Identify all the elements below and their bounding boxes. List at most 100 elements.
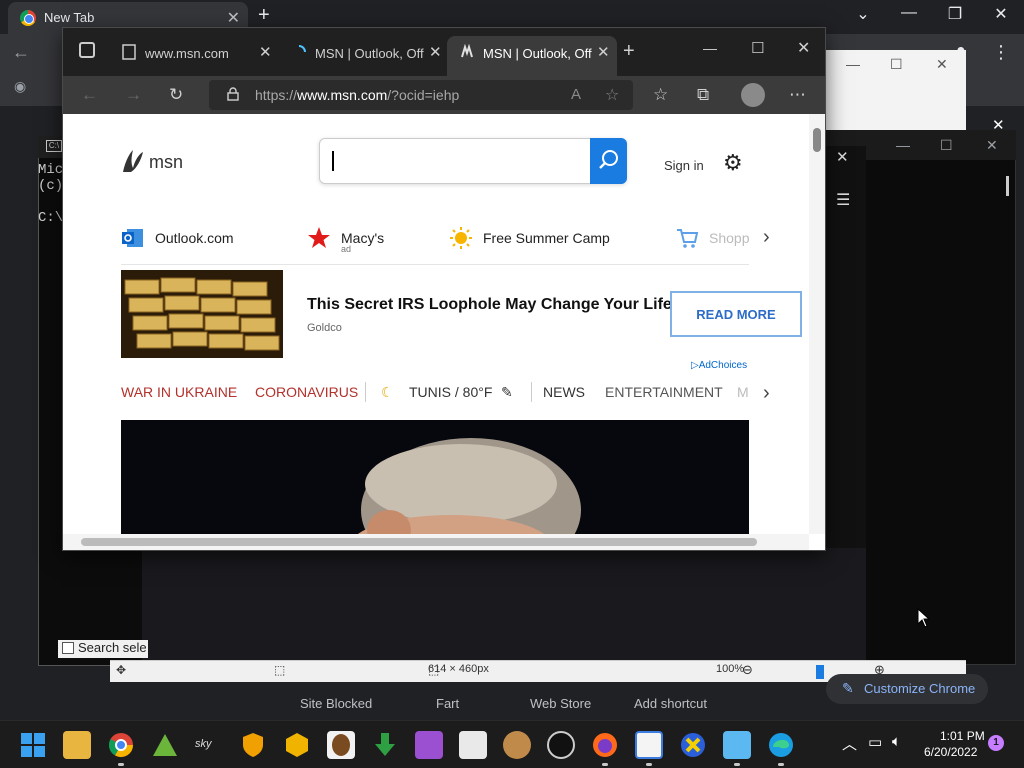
back-icon[interactable]: ← [81, 85, 98, 105]
sign-in-link[interactable]: Sign in [664, 158, 704, 173]
file-explorer-icon[interactable] [63, 731, 91, 759]
checkbox[interactable] [62, 642, 74, 654]
minimize-button[interactable]: — [896, 137, 910, 153]
shortcut-web-store[interactable]: Web Store [530, 696, 591, 711]
search-button[interactable] [590, 138, 627, 184]
notification-badge[interactable]: 1 [988, 735, 1004, 751]
ad-source: Goldco [307, 322, 342, 334]
tab-actions-icon[interactable] [79, 42, 95, 58]
forward-icon[interactable]: → [125, 85, 142, 105]
window-app-icon[interactable] [635, 731, 663, 759]
shortcut-site-blocked[interactable]: Site Blocked [300, 696, 372, 711]
volume-icon[interactable]: 🔈︎ [892, 733, 901, 750]
close-icon[interactable]: ✕ [597, 43, 610, 61]
monkey-app-icon[interactable] [503, 731, 531, 759]
move-icon[interactable]: ✥ [116, 663, 126, 677]
document-app-icon[interactable] [459, 731, 487, 759]
chevron-right-icon[interactable]: › [763, 226, 770, 249]
address-bar[interactable]: https://www.msn.com/?ocid=iehp A ☆ [209, 80, 633, 110]
edge-tab-bar: www.msn.com ✕ MSN | Outlook, Off ✕ MSN |… [63, 28, 825, 76]
firefox-icon[interactable] [591, 731, 619, 759]
collections-icon[interactable]: ⧉ [697, 85, 709, 105]
new-tab-button[interactable]: + [258, 4, 270, 27]
start-button-windows-icon[interactable] [19, 731, 47, 759]
clock-date[interactable]: 6/20/2022 [924, 745, 977, 759]
ad-headline[interactable]: This Secret IRS Loophole May Change Your… [307, 296, 672, 314]
msn-logo[interactable]: msn [121, 148, 183, 179]
download-icon[interactable] [371, 731, 399, 759]
weather-location[interactable]: TUNIS / 80°F [409, 384, 492, 400]
chrome-icon[interactable]: ◉ [14, 78, 26, 95]
kingo-app-icon[interactable] [547, 731, 575, 759]
customize-chrome-button[interactable]: ✎ Customize Chrome [826, 674, 988, 704]
search-selection-checkbox[interactable]: Search sele [58, 640, 148, 658]
sky-app-icon[interactable]: sky [195, 731, 223, 759]
maximize-button[interactable]: ☐ [751, 39, 764, 57]
shortcut-add[interactable]: Add shortcut [634, 696, 707, 711]
shortcut-fart[interactable]: Fart [436, 696, 459, 711]
gear-icon[interactable]: ⚙ [723, 150, 743, 176]
scrollbar-thumb[interactable] [813, 128, 821, 152]
zoom-slider[interactable] [816, 665, 824, 679]
refresh-icon[interactable]: ↻ [169, 85, 183, 105]
edge-tab-msn-outlook-active[interactable]: MSN | Outlook, Off ✕ [459, 38, 619, 68]
close-icon[interactable]: ✕ [992, 116, 1005, 134]
close-button[interactable]: ✕ [986, 137, 998, 154]
read-aloud-icon[interactable]: A [571, 86, 581, 103]
edge-tab-msn[interactable]: www.msn.com ✕ [121, 38, 281, 68]
close-button[interactable]: ✕ [978, 4, 1024, 24]
profile-avatar[interactable] [741, 83, 765, 107]
hamburger-menu-icon[interactable]: ☰ [836, 190, 850, 210]
shield-icon[interactable] [239, 731, 267, 759]
coffee-bean-icon[interactable] [327, 731, 355, 759]
favorites-icon[interactable]: ☆ [653, 85, 668, 105]
shopping-cart-icon [677, 229, 699, 248]
search-input[interactable] [319, 138, 627, 184]
chrome-taskbar-icon[interactable] [107, 731, 135, 759]
ad-image-gold-bars[interactable] [121, 270, 283, 358]
topic-war-in-ukraine[interactable]: WAR IN UKRAINE [121, 384, 237, 400]
notepad-icon[interactable] [723, 731, 751, 759]
topic-more[interactable]: M [737, 384, 749, 400]
back-icon[interactable]: ← [12, 42, 30, 63]
maximize-button[interactable]: ☐ [890, 56, 903, 73]
edge-tab-msn-outlook[interactable]: MSN | Outlook, Off ✕ [291, 38, 451, 68]
lock-icon[interactable] [227, 87, 239, 101]
minimize-button[interactable]: — [846, 56, 860, 72]
add-favorite-icon[interactable]: ☆ [605, 85, 619, 105]
edit-pencil-icon[interactable]: ✎ [501, 384, 513, 401]
topic-coronavirus[interactable]: CORONAVIRUS [255, 384, 358, 400]
app-icon-green[interactable] [151, 731, 179, 759]
close-icon[interactable]: ✕ [429, 43, 442, 61]
network-icon[interactable]: ▭ [868, 733, 882, 751]
chevron-right-icon[interactable]: › [763, 382, 770, 405]
close-icon[interactable]: ✕ [836, 148, 849, 166]
settings-hex-icon[interactable] [283, 731, 311, 759]
menu-icon[interactable]: ⋮ [992, 42, 1010, 63]
restore-button[interactable]: ❐ [932, 4, 978, 24]
topic-news[interactable]: NEWS [543, 384, 585, 400]
scrollbar-thumb[interactable] [81, 538, 757, 546]
new-tab-button[interactable]: + [623, 40, 635, 63]
chevron-up-icon[interactable]: ︿ [842, 733, 857, 754]
hero-news-image[interactable] [121, 420, 749, 550]
read-more-button[interactable]: READ MORE [670, 291, 802, 337]
close-button[interactable]: ✕ [936, 56, 948, 73]
vertical-scrollbar[interactable] [809, 114, 825, 534]
minimize-button[interactable]: — [886, 4, 932, 22]
x-app-icon[interactable] [679, 731, 707, 759]
close-icon[interactable]: ✕ [227, 8, 240, 28]
minimize-button[interactable]: — [703, 40, 717, 56]
topic-entertainment[interactable]: ENTERTAINMENT [605, 384, 723, 400]
edge-taskbar-icon[interactable] [767, 731, 795, 759]
more-options-icon[interactable]: ⋯ [789, 85, 806, 105]
scrollbar-thumb[interactable] [1006, 176, 1009, 196]
maximize-button[interactable]: ☐ [940, 137, 953, 154]
close-button[interactable]: ✕ [797, 38, 810, 58]
game-app-icon[interactable] [415, 731, 443, 759]
adchoices-link[interactable]: ▷AdChoices [691, 360, 747, 371]
horizontal-scrollbar[interactable] [63, 534, 809, 550]
clock-time[interactable]: 1:01 PM [940, 729, 985, 743]
tab-search-icon[interactable]: ⌄ [840, 4, 886, 24]
close-icon[interactable]: ✕ [259, 43, 272, 61]
